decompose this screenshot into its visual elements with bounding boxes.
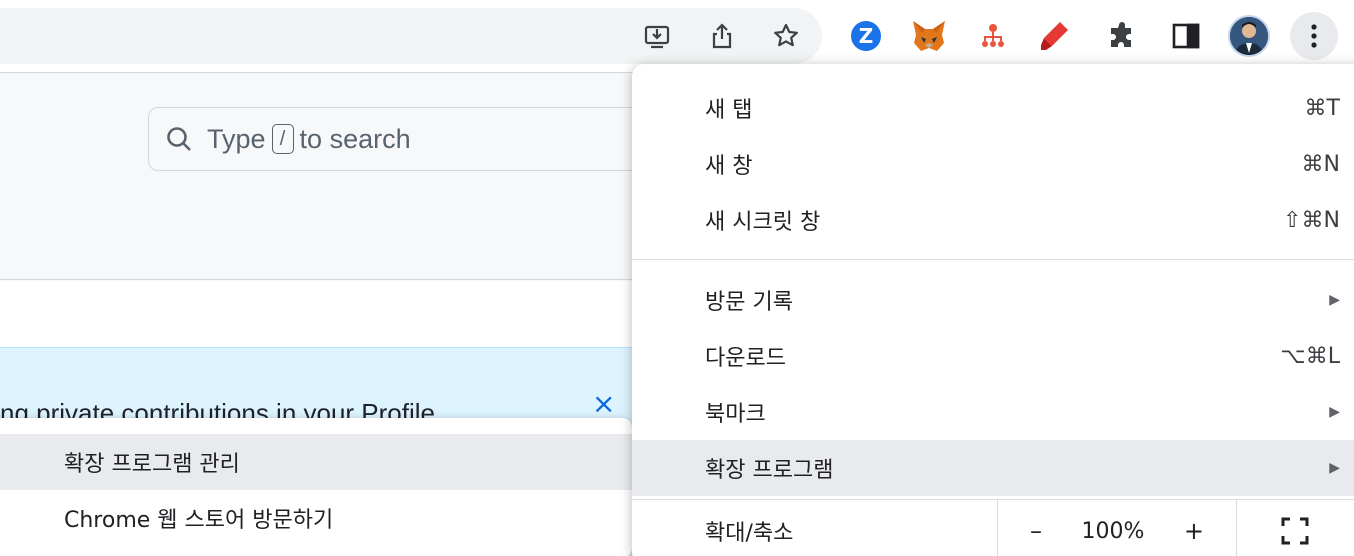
menu-item-label: 북마크 [705, 402, 766, 427]
search-icon [167, 127, 191, 151]
menu-item-bookmarks[interactable]: 북마크 ▶ [632, 384, 1354, 440]
chevron-right-icon: ▶ [1329, 404, 1340, 420]
menu-item-shortcut: ⇧⌘N [1283, 207, 1340, 233]
extension-z-icon[interactable]: Z [847, 17, 885, 55]
menu-item-label: 새 창 [705, 154, 753, 179]
chrome-main-menu: 새 탭 ⌘T 새 창 ⌘N 새 시크릿 창 ⇧⌘N 방문 기록 ▶ 다운로드 ⌥… [632, 64, 1354, 556]
page-header: Type / to search [0, 72, 708, 280]
menu-divider [632, 259, 1354, 260]
extension-org-icon[interactable] [974, 17, 1012, 55]
browser-toolbar: Z [0, 0, 1354, 72]
page-white-band [0, 281, 700, 347]
side-panel-icon[interactable] [1167, 17, 1205, 55]
menu-item-shortcut: ⌘N [1301, 151, 1340, 177]
extension-marker-icon[interactable] [1036, 17, 1074, 55]
menu-item-label: 다운로드 [705, 346, 786, 371]
zoom-controls: – 100% + [997, 500, 1237, 556]
zoom-level: 100% [1081, 518, 1145, 544]
menu-item-history[interactable]: 방문 기록 ▶ [632, 272, 1354, 328]
menu-item-label: 새 탭 [705, 98, 753, 123]
search-placeholder: Type / to search [207, 124, 411, 155]
extensions-puzzle-icon[interactable] [1103, 17, 1141, 55]
profile-avatar[interactable] [1226, 13, 1272, 59]
menu-item-new-window[interactable]: 새 창 ⌘N [632, 136, 1354, 192]
menu-item-extensions[interactable]: 확장 프로그램 ▶ [632, 440, 1354, 496]
menu-item-shortcut: ⌘T [1304, 95, 1340, 121]
address-bar[interactable] [0, 8, 822, 64]
search-shortcut-key: / [271, 124, 294, 154]
avatar-image [1228, 15, 1270, 57]
z-badge: Z [851, 21, 881, 51]
search-suffix: to search [299, 123, 411, 154]
chevron-right-icon: ▶ [1329, 460, 1340, 476]
zoom-in-button[interactable]: + [1184, 517, 1204, 545]
menu-item-new-tab[interactable]: 새 탭 ⌘T [632, 80, 1354, 136]
menu-item-downloads[interactable]: 다운로드 ⌥⌘L [632, 328, 1354, 384]
zoom-out-button[interactable]: – [1030, 517, 1042, 545]
metamask-fox-icon[interactable] [910, 17, 948, 55]
menu-item-shortcut: ⌥⌘L [1280, 343, 1340, 369]
share-icon[interactable] [703, 17, 741, 55]
extensions-submenu: 확장 프로그램 관리 Chrome 웹 스토어 방문하기 [0, 418, 632, 556]
chevron-right-icon: ▶ [1329, 292, 1340, 308]
zoom-label: 확대/축소 [705, 520, 794, 546]
search-prefix: Type [207, 123, 266, 154]
menu-kebab-icon[interactable] [1290, 12, 1338, 60]
submenu-item-manage-extensions[interactable]: 확장 프로그램 관리 [0, 434, 632, 490]
menu-item-label: 확장 프로그램 [705, 458, 834, 483]
close-icon[interactable]: × [592, 390, 615, 418]
menu-item-new-incognito-window[interactable]: 새 시크릿 창 ⇧⌘N [632, 192, 1354, 248]
install-icon[interactable] [638, 17, 676, 55]
fullscreen-icon[interactable] [1280, 516, 1310, 550]
zoom-row: 확대/축소 – 100% + [632, 499, 1354, 556]
search-input[interactable]: Type / to search [148, 107, 708, 171]
menu-item-label: 방문 기록 [705, 290, 793, 315]
menu-item-label: 새 시크릿 창 [705, 210, 821, 235]
submenu-item-chrome-web-store[interactable]: Chrome 웹 스토어 방문하기 [0, 490, 632, 546]
bookmark-star-icon[interactable] [767, 17, 805, 55]
